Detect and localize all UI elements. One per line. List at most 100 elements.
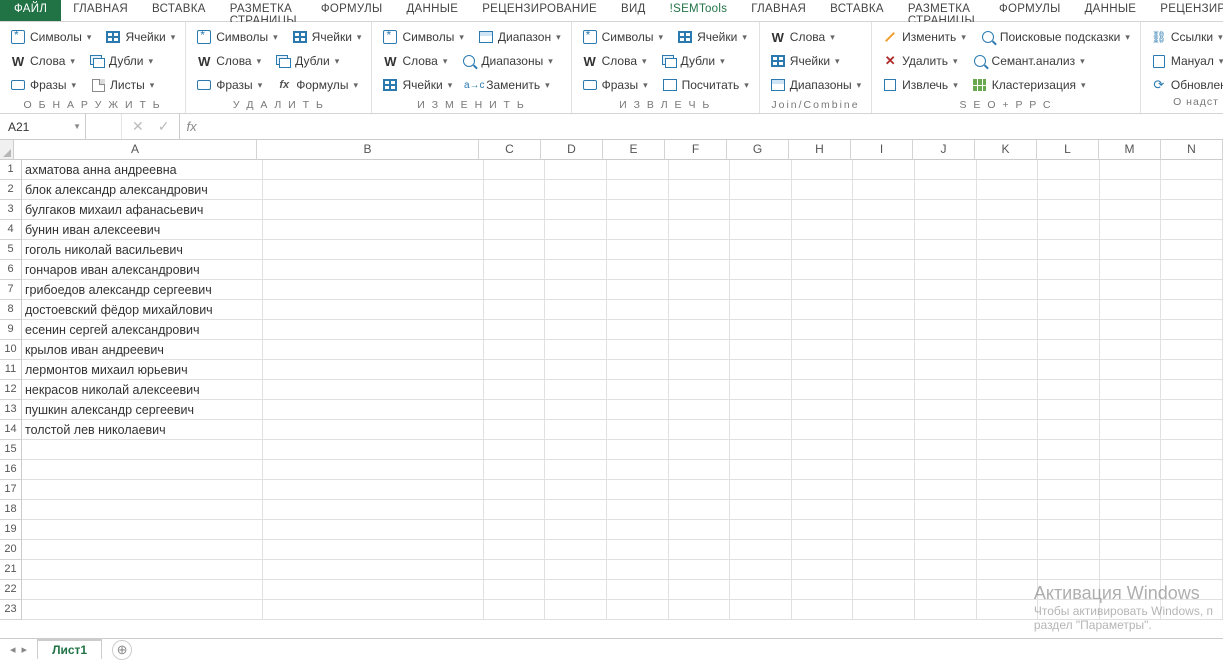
col-header-E[interactable]: E	[603, 140, 665, 160]
cell-J1[interactable]	[915, 160, 977, 180]
ribbon-btn-диапазон[interactable]: Диапазон▾	[476, 28, 563, 46]
cell-J5[interactable]	[915, 240, 977, 260]
cell-H4[interactable]	[792, 220, 854, 240]
cell-I5[interactable]	[853, 240, 915, 260]
cell-J8[interactable]	[915, 300, 977, 320]
ribbon-btn-символы[interactable]: Символы▾	[194, 28, 279, 46]
cell-G20[interactable]	[730, 540, 792, 560]
cell-E3[interactable]	[607, 200, 669, 220]
cell-M21[interactable]	[1100, 560, 1162, 580]
tab-1[interactable]: ВСТАВКА	[818, 0, 896, 21]
cell-J12[interactable]	[915, 380, 977, 400]
cell-D21[interactable]	[545, 560, 607, 580]
row-header-11[interactable]: 11	[0, 360, 22, 380]
cell-A3[interactable]: булгаков михаил афанасьевич	[22, 200, 263, 220]
cell-F19[interactable]	[669, 520, 731, 540]
cell-A15[interactable]	[22, 440, 263, 460]
ribbon-btn-ячейки[interactable]: Ячейки▾	[103, 28, 177, 46]
cell-G2[interactable]	[730, 180, 792, 200]
cell-K8[interactable]	[977, 300, 1039, 320]
cell-L10[interactable]	[1038, 340, 1100, 360]
cell-B5[interactable]	[263, 240, 483, 260]
ribbon-btn-формулы[interactable]: fxФормулы▾	[274, 76, 360, 94]
cell-C20[interactable]	[484, 540, 546, 560]
cell-A16[interactable]	[22, 460, 263, 480]
sheet-tab-active[interactable]: Лист1	[37, 639, 102, 659]
cell-N17[interactable]	[1161, 480, 1223, 500]
cell-B7[interactable]	[263, 280, 483, 300]
cell-N19[interactable]	[1161, 520, 1223, 540]
cell-D12[interactable]	[545, 380, 607, 400]
cell-J17[interactable]	[915, 480, 977, 500]
cell-G10[interactable]	[730, 340, 792, 360]
cell-K15[interactable]	[977, 440, 1039, 460]
cell-L1[interactable]	[1038, 160, 1100, 180]
ribbon-btn-слова[interactable]: WСлова▾	[768, 28, 837, 46]
cell-A19[interactable]	[22, 520, 263, 540]
cell-B14[interactable]	[263, 420, 483, 440]
cell-A11[interactable]: лермонтов михаил юрьевич	[22, 360, 263, 380]
ribbon-btn-заменить[interactable]: a→cЗаменить▾	[464, 76, 551, 94]
cell-N18[interactable]	[1161, 500, 1223, 520]
cell-D2[interactable]	[545, 180, 607, 200]
cell-L3[interactable]	[1038, 200, 1100, 220]
cell-E15[interactable]	[607, 440, 669, 460]
cell-G6[interactable]	[730, 260, 792, 280]
cell-N11[interactable]	[1161, 360, 1223, 380]
cell-K1[interactable]	[977, 160, 1039, 180]
ribbon-btn-кластеризация[interactable]: Кластеризация▾	[970, 76, 1088, 94]
cell-G17[interactable]	[730, 480, 792, 500]
sheet-nav-prev-icon[interactable]: ◂	[10, 643, 16, 656]
cell-N23[interactable]	[1161, 600, 1223, 620]
cell-M18[interactable]	[1100, 500, 1162, 520]
cell-C8[interactable]	[484, 300, 546, 320]
cell-J18[interactable]	[915, 500, 977, 520]
cell-I10[interactable]	[853, 340, 915, 360]
cell-A8[interactable]: достоевский фёдор михайлович	[22, 300, 263, 320]
cell-B4[interactable]	[263, 220, 483, 240]
cell-H16[interactable]	[792, 460, 854, 480]
col-header-F[interactable]: F	[665, 140, 727, 160]
tab-1[interactable]: ВСТАВКА	[140, 0, 218, 21]
cell-M11[interactable]	[1100, 360, 1162, 380]
ribbon-btn-слова[interactable]: WСлова▾	[8, 52, 77, 70]
cell-A10[interactable]: крылов иван андреевич	[22, 340, 263, 360]
cell-E7[interactable]	[607, 280, 669, 300]
cell-G9[interactable]	[730, 320, 792, 340]
cell-N15[interactable]	[1161, 440, 1223, 460]
cell-A17[interactable]	[22, 480, 263, 500]
row-header-5[interactable]: 5	[0, 240, 22, 260]
select-all-corner[interactable]	[0, 140, 14, 160]
row-header-3[interactable]: 3	[0, 200, 22, 220]
ribbon-btn-слова[interactable]: WСлова▾	[580, 52, 649, 70]
ribbon-btn-листы[interactable]: Листы▾	[88, 76, 156, 94]
cell-N6[interactable]	[1161, 260, 1223, 280]
cell-A14[interactable]: толстой лев николаевич	[22, 420, 263, 440]
cell-C3[interactable]	[484, 200, 546, 220]
cell-N3[interactable]	[1161, 200, 1223, 220]
cell-L18[interactable]	[1038, 500, 1100, 520]
cell-K20[interactable]	[977, 540, 1039, 560]
cell-K10[interactable]	[977, 340, 1039, 360]
cell-G18[interactable]	[730, 500, 792, 520]
ribbon-btn-диапазоны[interactable]: Диапазоны▾	[459, 52, 554, 70]
cell-K19[interactable]	[977, 520, 1039, 540]
cell-B2[interactable]	[263, 180, 483, 200]
cell-G7[interactable]	[730, 280, 792, 300]
cell-A18[interactable]	[22, 500, 263, 520]
cell-H15[interactable]	[792, 440, 854, 460]
cell-B18[interactable]	[263, 500, 483, 520]
cell-J10[interactable]	[915, 340, 977, 360]
cell-M22[interactable]	[1100, 580, 1162, 600]
cell-H7[interactable]	[792, 280, 854, 300]
cell-E13[interactable]	[607, 400, 669, 420]
cell-E14[interactable]	[607, 420, 669, 440]
fx-accept-icon[interactable]: ✓	[158, 118, 170, 135]
cell-F22[interactable]	[669, 580, 731, 600]
cell-G8[interactable]	[730, 300, 792, 320]
cell-J21[interactable]	[915, 560, 977, 580]
cell-A23[interactable]	[22, 600, 263, 620]
cell-L13[interactable]	[1038, 400, 1100, 420]
cell-J15[interactable]	[915, 440, 977, 460]
cell-E22[interactable]	[607, 580, 669, 600]
